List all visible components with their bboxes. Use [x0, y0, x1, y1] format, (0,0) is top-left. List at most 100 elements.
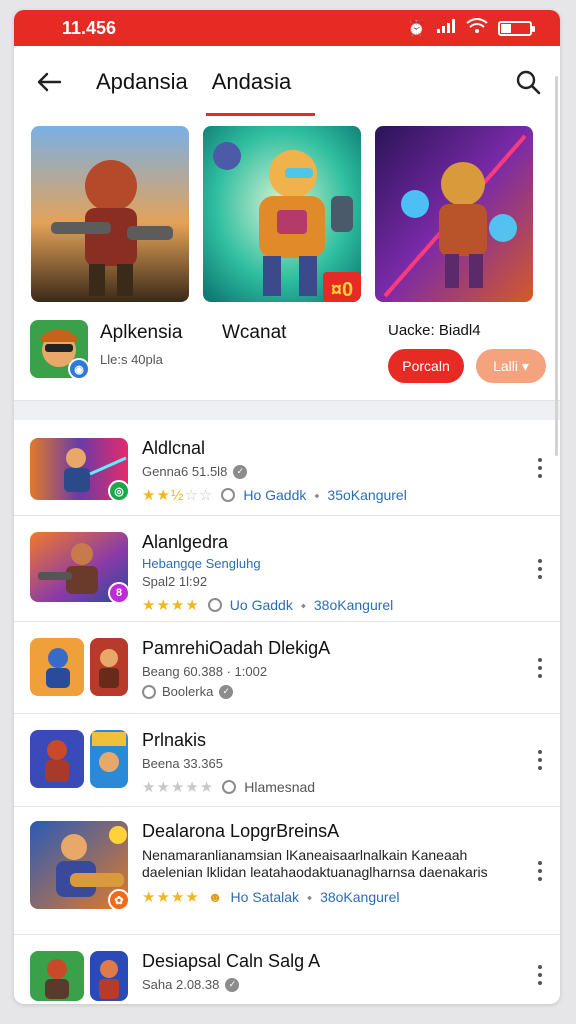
featured-info: ◉ Aplkensia Lle:s 40pla Wcanat Uacke: Bi… [14, 302, 560, 400]
app-meta: ★★★★★ Hlamesnad [142, 778, 510, 796]
app-subtitle: Spal2 1l:92 [142, 574, 208, 589]
app-thumbnail: ◎ [30, 438, 128, 500]
rating-stars: ★★★★ [142, 597, 200, 614]
status-icons: ⏰ [407, 18, 535, 38]
emoji-icon: ☻ [207, 889, 223, 905]
app-subtitle: Beena 33.365 [142, 756, 223, 771]
list-item[interactable]: ✿ Dealarona LopgrBreinsA Nenamaranlianam… [14, 807, 560, 935]
app-badge-icon: ✿ [108, 889, 128, 909]
more-options-icon[interactable] [538, 750, 544, 770]
app-subtitle: Genna6 51.5l8 ✓ [142, 464, 510, 479]
app-description: Nenamaranlianamsian lKaneaisaarlnalkain … [142, 847, 488, 880]
scrollbar[interactable] [555, 76, 558, 456]
search-icon[interactable] [514, 68, 542, 96]
app-title: Dealarona LopgrBreinsA [142, 821, 340, 841]
status-bar: 11.456 ⏰ [14, 10, 560, 46]
more-options-icon[interactable] [538, 457, 544, 478]
featured-col2-title: Wcanat [222, 322, 287, 343]
rating-stars: ★★★★★ [142, 779, 215, 796]
status-icon [222, 780, 237, 794]
status-icon [207, 598, 222, 612]
featured-image [31, 126, 189, 302]
list-item[interactable]: Prlnakis Beena 33.365 ★★★★★ Hlamesnad [14, 714, 560, 807]
featured-image: ¤0 [203, 126, 361, 302]
app-badge-icon: 8 [108, 582, 128, 602]
app-thumbnail: 8 [30, 532, 128, 602]
battery-icon [498, 20, 535, 36]
featured-col-3: Uacke: Biadl4 Porcaln Lalli ▾ [388, 320, 546, 400]
app-meta-label: Ho Gaddk [243, 487, 307, 503]
featured-card[interactable] [375, 126, 533, 302]
section-divider [14, 400, 560, 420]
featured-image [375, 126, 533, 302]
app-meta: ★★★★ ☻ Ho Satalak ⬩ 38oKangurel [142, 888, 510, 907]
dropdown-button[interactable]: Lalli ▾ [476, 349, 546, 383]
app-thumbnail: ✿ [30, 821, 128, 909]
app-meta-count: 38oKangurel [320, 889, 400, 905]
app-title: Desiapsal Caln Salg A [142, 951, 321, 971]
list-item[interactable]: PamrehiOadah DlekigA Beang 60.388 · 1:00… [14, 622, 560, 714]
app-subtitle: Saha 2.08.38 ✓ [142, 977, 510, 992]
app-title: PamrehiOadah DlekigA [142, 638, 331, 658]
top-app-bar: Apdansia Andasia [14, 46, 560, 118]
app-title: Prlnakis [142, 730, 207, 750]
check-icon: ✓ [225, 977, 240, 992]
app-thumbnail [90, 638, 128, 696]
featured-card[interactable] [31, 126, 189, 302]
featured-col-2: Wcanat [222, 320, 376, 400]
app-meta: ★★★★ Uo Gaddk ⬩ 38oKangurel [142, 596, 510, 615]
featured-card[interactable]: ¤0 [203, 126, 361, 302]
check-icon: ✓ [219, 684, 234, 699]
featured-app[interactable]: ◉ Aplkensia Lle:s 40pla [30, 320, 210, 400]
check-icon: ✓ [233, 464, 248, 479]
app-title: Aldlcnal [142, 438, 206, 458]
tag-icon: ⬩ [300, 596, 306, 613]
app-thumbnail [30, 951, 84, 1001]
list-item[interactable]: ◎ Aldlcnal Genna6 51.5l8 ✓ ★★½☆☆ Ho Gaddk… [14, 420, 560, 516]
more-options-icon[interactable] [538, 860, 544, 881]
app-meta-count: 38oKangurel [313, 597, 394, 613]
featured-col3-title: Uacke: Biadl4 [388, 322, 481, 339]
phone-screen: 11.456 ⏰ Apdansia Andasia ¤0 ◉ Aplkensia… [14, 10, 560, 1004]
tag-icon: ⬩ [307, 888, 313, 905]
signal-icon [436, 19, 456, 37]
list-item[interactable]: Desiapsal Caln Salg A Saha 2.08.38 ✓ [14, 935, 560, 1004]
app-meta-count: 35oKangurel [327, 487, 407, 503]
featured-carousel: ¤0 [14, 118, 560, 302]
more-options-icon[interactable] [538, 657, 544, 678]
status-icon [221, 488, 236, 502]
app-developer: Boolerka ✓ [142, 684, 510, 699]
rating-stars: ★★★★ [142, 889, 200, 906]
app-icon: ◉ [30, 320, 88, 378]
app-thumbnail [90, 951, 128, 1001]
tab-andasia[interactable]: Andasia [200, 69, 315, 116]
wifi-icon [466, 18, 488, 38]
app-meta-label: Ho Satalak [230, 889, 300, 905]
tag-icon: ⬩ [314, 486, 320, 503]
primary-button[interactable]: Porcaln [388, 349, 464, 383]
app-title: Alanlgedra [142, 532, 229, 552]
status-icon [142, 684, 156, 699]
featured-app-subtitle: Lle:s 40pla [100, 352, 163, 367]
verified-badge-icon: ◉ [68, 358, 88, 378]
app-thumbnail [30, 730, 84, 788]
app-thumbnail [90, 730, 128, 788]
featured-app-title: Aplkensia [100, 322, 183, 343]
status-time: 11.456 [62, 17, 117, 38]
list-item[interactable]: 8 Alanlgedra Hebangqe Sengluhg Spal2 1l:… [14, 516, 560, 622]
rating-stars: ★★½☆☆ [142, 487, 214, 504]
app-meta-label: Uo Gaddk [229, 597, 293, 613]
back-arrow-icon[interactable] [14, 72, 84, 92]
alarm-icon: ⏰ [407, 20, 426, 37]
app-meta-label: Hlamesnad [244, 779, 316, 795]
app-list: ◎ Aldlcnal Genna6 51.5l8 ✓ ★★½☆☆ Ho Gaddk… [14, 420, 560, 1004]
more-options-icon[interactable] [538, 965, 544, 985]
app-thumbnail [30, 638, 84, 696]
more-options-icon[interactable] [538, 558, 544, 579]
app-tagline: Hebangqe Sengluhg [142, 556, 261, 571]
app-meta: ★★½☆☆ Ho Gaddk ⬩ 35oKangurel [142, 486, 510, 505]
app-badge-icon: ◎ [108, 480, 128, 500]
thumb-badge-text: ¤0 [331, 279, 353, 301]
tab-apdansia[interactable]: Apdansia [84, 69, 200, 95]
app-subtitle: Beang 60.388 · 1:002 [142, 664, 268, 679]
